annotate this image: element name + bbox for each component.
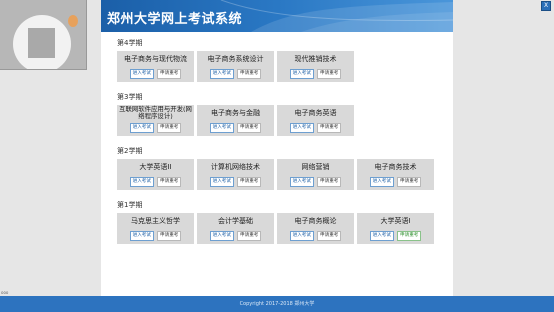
course-name: 电子商务英语 bbox=[294, 109, 337, 117]
enter-exam-button[interactable]: 进入考试 bbox=[129, 123, 154, 133]
close-button[interactable]: X bbox=[541, 1, 551, 11]
course-card: 互联网软件应用与开发(网络程序设计) 进入考试 申请重考 bbox=[117, 105, 194, 136]
reapply-exam-button[interactable]: 申请重考 bbox=[237, 231, 262, 241]
enter-exam-button[interactable]: 进入考试 bbox=[289, 69, 314, 79]
course-card: 现代推销技术 进入考试 申请重考 bbox=[277, 51, 354, 82]
enter-exam-button[interactable]: 进入考试 bbox=[129, 177, 154, 187]
reapply-exam-button[interactable]: 申请重考 bbox=[317, 123, 342, 133]
photo-face bbox=[28, 28, 55, 58]
reapply-exam-button[interactable]: 申请重考 bbox=[397, 231, 422, 241]
copyright-text: Copyright 2017-2018 郑州大学 bbox=[239, 301, 315, 307]
course-card: 电子商务英语 进入考试 申请重考 bbox=[277, 105, 354, 136]
course-name: 电子商务与金融 bbox=[211, 109, 260, 117]
course-card: 会计学基础 进入考试 申请重考 bbox=[197, 213, 274, 244]
course-name: 电子商务与现代物流 bbox=[124, 55, 187, 63]
reapply-exam-button[interactable]: 申请重考 bbox=[237, 123, 262, 133]
course-card: 电子商务与金融 进入考试 申请重考 bbox=[197, 105, 274, 136]
course-name: 大学英语II bbox=[139, 163, 172, 171]
term-label: 第3学期 bbox=[117, 93, 143, 101]
course-name: 计算机网络技术 bbox=[211, 163, 260, 171]
term-section: 第3学期 互联网软件应用与开发(网络程序设计) 进入考试 申请重考 电子商务与金… bbox=[117, 92, 354, 136]
reapply-exam-button[interactable]: 申请重考 bbox=[237, 177, 262, 187]
app-title: 郑州大学网上考试系统 bbox=[107, 12, 243, 27]
term-label: 第1学期 bbox=[117, 201, 143, 209]
enter-exam-button[interactable]: 进入考试 bbox=[209, 231, 234, 241]
enter-exam-button[interactable]: 进入考试 bbox=[129, 69, 154, 79]
reapply-exam-button[interactable]: 申请重考 bbox=[317, 177, 342, 187]
reapply-exam-button[interactable]: 申请重考 bbox=[157, 123, 182, 133]
course-card: 网络营销 进入考试 申请重考 bbox=[277, 159, 354, 190]
term-section: 第2学期 大学英语II 进入考试 申请重考 计算机网络技术 进入考试 申请重考 … bbox=[117, 146, 434, 190]
reapply-exam-button[interactable]: 申请重考 bbox=[157, 69, 182, 79]
course-name: 电子商务技术 bbox=[374, 163, 417, 171]
course-name: 马克思主义哲学 bbox=[131, 217, 180, 225]
enter-exam-button[interactable]: 进入考试 bbox=[289, 231, 314, 241]
enter-exam-button[interactable]: 进入考试 bbox=[369, 231, 394, 241]
course-name: 会计学基础 bbox=[218, 217, 253, 225]
course-name: 现代推销技术 bbox=[294, 55, 337, 63]
enter-exam-button[interactable]: 进入考试 bbox=[289, 123, 314, 133]
course-card: 电子商务与现代物流 进入考试 申请重考 bbox=[117, 51, 194, 82]
course-panel: 第4学期 电子商务与现代物流 进入考试 申请重考 电子商务系统设计 进入考试 申… bbox=[101, 32, 453, 296]
course-name: 互联网软件应用与开发(网络程序设计) bbox=[119, 105, 192, 120]
photo-light-spot bbox=[68, 15, 78, 27]
footer: Copyright 2017-2018 郑州大学 bbox=[0, 296, 554, 312]
reapply-exam-button[interactable]: 申请重考 bbox=[237, 69, 262, 79]
course-name: 网络营销 bbox=[301, 163, 330, 171]
enter-exam-button[interactable]: 进入考试 bbox=[209, 69, 234, 79]
course-card: 大学英语I 进入考试 申请重考 bbox=[357, 213, 434, 244]
course-card: 电子商务系统设计 进入考试 申请重考 bbox=[197, 51, 274, 82]
course-card: 计算机网络技术 进入考试 申请重考 bbox=[197, 159, 274, 190]
term-label: 第2学期 bbox=[117, 147, 143, 155]
candidate-photo bbox=[0, 0, 87, 70]
course-name: 电子商务概论 bbox=[294, 217, 337, 225]
enter-exam-button[interactable]: 进入考试 bbox=[289, 177, 314, 187]
course-name: 大学英语I bbox=[380, 217, 411, 225]
term-section: 第1学期 马克思主义哲学 进入考试 申请重考 会计学基础 进入考试 申请重考 电… bbox=[117, 200, 434, 244]
enter-exam-button[interactable]: 进入考试 bbox=[369, 177, 394, 187]
enter-exam-button[interactable]: 进入考试 bbox=[209, 123, 234, 133]
side-indicator: ooo bbox=[1, 290, 9, 295]
enter-exam-button[interactable]: 进入考试 bbox=[129, 231, 154, 241]
reapply-exam-button[interactable]: 申请重考 bbox=[157, 177, 182, 187]
term-label: 第4学期 bbox=[117, 39, 143, 47]
reapply-exam-button[interactable]: 申请重考 bbox=[317, 231, 342, 241]
reapply-exam-button[interactable]: 申请重考 bbox=[397, 177, 422, 187]
term-section: 第4学期 电子商务与现代物流 进入考试 申请重考 电子商务系统设计 进入考试 申… bbox=[117, 38, 354, 82]
enter-exam-button[interactable]: 进入考试 bbox=[209, 177, 234, 187]
course-name: 电子商务系统设计 bbox=[207, 55, 264, 63]
course-card: 大学英语II 进入考试 申请重考 bbox=[117, 159, 194, 190]
course-card: 马克思主义哲学 进入考试 申请重考 bbox=[117, 213, 194, 244]
app-header: 郑州大学网上考试系统 bbox=[101, 0, 453, 32]
reapply-exam-button[interactable]: 申请重考 bbox=[157, 231, 182, 241]
reapply-exam-button[interactable]: 申请重考 bbox=[317, 69, 342, 79]
course-card: 电子商务概论 进入考试 申请重考 bbox=[277, 213, 354, 244]
course-card: 电子商务技术 进入考试 申请重考 bbox=[357, 159, 434, 190]
